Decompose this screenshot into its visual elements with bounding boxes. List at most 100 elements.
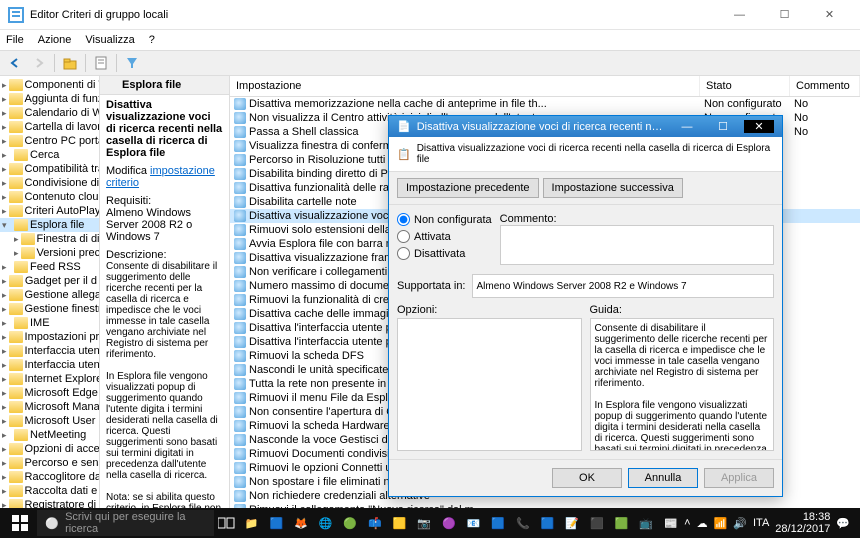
radio-not-configured[interactable]: Non configurata bbox=[397, 213, 492, 226]
filter-button[interactable] bbox=[121, 52, 143, 74]
toolbar bbox=[0, 50, 860, 76]
tree-item[interactable]: ▸Criteri AutoPlay bbox=[0, 204, 99, 218]
tree-item[interactable]: ▸Impostazioni pre bbox=[0, 330, 99, 344]
tree-item[interactable]: ▸Microsoft Manag bbox=[0, 400, 99, 414]
taskbar-app-4[interactable]: 🌐 bbox=[314, 508, 337, 538]
tree-pane[interactable]: ▸Componenti di Winc▸Aggiunta di funz▸Cal… bbox=[0, 76, 100, 536]
close-button[interactable]: ✕ bbox=[807, 0, 852, 30]
taskbar-search[interactable]: ⚪ Scrivi qui per eseguire la ricerca bbox=[37, 510, 213, 536]
tree-item[interactable]: ▸IME bbox=[0, 316, 99, 330]
tray-onedrive-icon[interactable]: ☁ bbox=[697, 517, 708, 530]
tree-item[interactable]: ▸Feed RSS bbox=[0, 260, 99, 274]
taskbar-app-13[interactable]: 🟦 bbox=[536, 508, 559, 538]
help-box: Consente di disabilitare il suggerimento… bbox=[590, 318, 775, 451]
tree-item[interactable]: ▸Calendario di Win bbox=[0, 106, 99, 120]
tree-item[interactable]: ▸Microsoft User Ex bbox=[0, 414, 99, 428]
dialog-titlebar[interactable]: 📄 Disattiva visualizzazione voci di rice… bbox=[389, 116, 782, 137]
policy-title: Disattiva visualizzazione voci di ricerc… bbox=[106, 99, 223, 159]
tree-item[interactable]: ▸Cerca bbox=[0, 148, 99, 162]
tray-notifications-icon[interactable]: 💬 bbox=[836, 517, 850, 530]
tree-item[interactable]: ▸Microsoft Edge bbox=[0, 386, 99, 400]
tree-item[interactable]: ▸Condivisione di r bbox=[0, 176, 99, 190]
taskbar-app-11[interactable]: 🟦 bbox=[487, 508, 510, 538]
extended-pane: Esplora file Disattiva visualizzazione v… bbox=[100, 76, 230, 536]
taskbar-app-15[interactable]: ⬛ bbox=[586, 508, 609, 538]
tree-item[interactable]: ▸Cartella di lavoro bbox=[0, 120, 99, 134]
tree-item[interactable]: ▸Internet Explorer bbox=[0, 372, 99, 386]
radio-disabled[interactable]: Disattivata bbox=[397, 247, 492, 260]
up-button[interactable] bbox=[59, 52, 81, 74]
tree-item[interactable]: ▸Interfaccia utente bbox=[0, 344, 99, 358]
radio-enabled[interactable]: Attivata bbox=[397, 230, 492, 243]
tree-item[interactable]: ▸Raccoglitore dati bbox=[0, 470, 99, 484]
taskbar-app-8[interactable]: 📷 bbox=[413, 508, 436, 538]
col-comment[interactable]: Commento bbox=[790, 76, 860, 96]
dialog-maximize[interactable]: ☐ bbox=[708, 120, 738, 133]
tray-chevron-icon[interactable]: ˄ bbox=[684, 517, 690, 529]
dialog-minimize[interactable]: — bbox=[672, 121, 702, 133]
taskbar-app-10[interactable]: 📧 bbox=[462, 508, 485, 538]
minimize-button[interactable]: — bbox=[717, 0, 762, 30]
task-view-button[interactable] bbox=[216, 508, 239, 538]
comment-textarea[interactable] bbox=[500, 225, 774, 265]
ok-button[interactable]: OK bbox=[552, 468, 622, 488]
tree-item[interactable]: ▸Contenuto cloud bbox=[0, 190, 99, 204]
menu-view[interactable]: Visualizza bbox=[85, 34, 134, 46]
forward-button[interactable] bbox=[28, 52, 50, 74]
maximize-button[interactable]: ☐ bbox=[762, 0, 807, 30]
taskbar-app-9[interactable]: 🟣 bbox=[438, 508, 461, 538]
taskbar-app-14[interactable]: 📝 bbox=[561, 508, 584, 538]
tree-item[interactable]: ▸Compatibilità tra bbox=[0, 162, 99, 176]
start-button[interactable] bbox=[4, 508, 35, 538]
tray-clock[interactable]: 18:38 28/12/2017 bbox=[775, 511, 830, 535]
tray-lang[interactable]: ITA bbox=[753, 517, 769, 529]
apply-button[interactable]: Applica bbox=[704, 468, 774, 488]
list-header: Impostazione Stato Commento bbox=[230, 76, 860, 97]
tray-volume-icon[interactable]: 🔊 bbox=[733, 517, 747, 530]
menu-action[interactable]: Azione bbox=[38, 34, 72, 46]
dialog-title: Disattiva visualizzazione voci di ricerc… bbox=[417, 121, 666, 133]
tree-item[interactable]: ▸Gadget per il d bbox=[0, 274, 99, 288]
tree-item[interactable]: ▸Versioni prece bbox=[0, 246, 99, 260]
tree-item[interactable]: ▸Opzioni di access bbox=[0, 442, 99, 456]
cancel-button[interactable]: Annulla bbox=[628, 468, 698, 488]
col-setting[interactable]: Impostazione bbox=[230, 76, 700, 96]
taskbar-app-2[interactable]: 🟦 bbox=[265, 508, 288, 538]
taskbar-app-5[interactable]: 🟢 bbox=[339, 508, 362, 538]
tray-network-icon[interactable]: 📶 bbox=[714, 517, 728, 530]
taskbar-app-1[interactable]: 📁 bbox=[240, 508, 263, 538]
tree-item[interactable]: ▸Gestione allegati bbox=[0, 288, 99, 302]
col-state[interactable]: Stato bbox=[700, 76, 790, 96]
tree-item[interactable]: ▸Centro PC portat bbox=[0, 134, 99, 148]
tree-item[interactable]: ▾Esplora file bbox=[0, 218, 99, 232]
search-icon: ⚪ bbox=[45, 517, 59, 530]
tree-item[interactable]: ▸Interfaccia utente bbox=[0, 358, 99, 372]
tree-item[interactable]: ▸Componenti di Winc bbox=[0, 78, 99, 92]
taskbar-app-16[interactable]: 🟩 bbox=[610, 508, 633, 538]
prev-setting-button[interactable]: Impostazione precedente bbox=[397, 178, 539, 198]
dialog-close[interactable]: ✕ bbox=[744, 120, 774, 133]
taskbar-app-18[interactable]: 📰 bbox=[659, 508, 682, 538]
taskbar-app-17[interactable]: 📺 bbox=[635, 508, 658, 538]
dialog-subtitle: Disattiva visualizzazione voci di ricerc… bbox=[417, 143, 774, 165]
list-row[interactable]: Disattiva memorizzazione nella cache di … bbox=[230, 97, 860, 111]
extended-header: Esplora file bbox=[100, 76, 229, 95]
taskbar-app-3[interactable]: 🦊 bbox=[290, 508, 313, 538]
supported-label: Supportata in: bbox=[397, 280, 466, 292]
tree-item[interactable]: ▸Gestione finestre bbox=[0, 302, 99, 316]
next-setting-button[interactable]: Impostazione successiva bbox=[543, 178, 683, 198]
titlebar: Editor Criteri di gruppo locali — ☐ ✕ bbox=[0, 0, 860, 30]
tree-item[interactable]: ▸Finestra di dia bbox=[0, 232, 99, 246]
taskbar-app-12[interactable]: 📞 bbox=[512, 508, 535, 538]
menu-file[interactable]: File bbox=[6, 34, 24, 46]
tree-item[interactable]: ▸Aggiunta di funz bbox=[0, 92, 99, 106]
dialog-sub-icon: 📋 bbox=[397, 148, 411, 161]
taskbar-app-7[interactable]: 🟨 bbox=[388, 508, 411, 538]
tree-item[interactable]: ▸Raccolta dati e ve bbox=[0, 484, 99, 498]
back-button[interactable] bbox=[4, 52, 26, 74]
tree-item[interactable]: ▸NetMeeting bbox=[0, 428, 99, 442]
menu-help[interactable]: ? bbox=[149, 34, 155, 46]
taskbar-app-6[interactable]: 📫 bbox=[364, 508, 387, 538]
tree-item[interactable]: ▸Percorso e sensor bbox=[0, 456, 99, 470]
properties-button[interactable] bbox=[90, 52, 112, 74]
